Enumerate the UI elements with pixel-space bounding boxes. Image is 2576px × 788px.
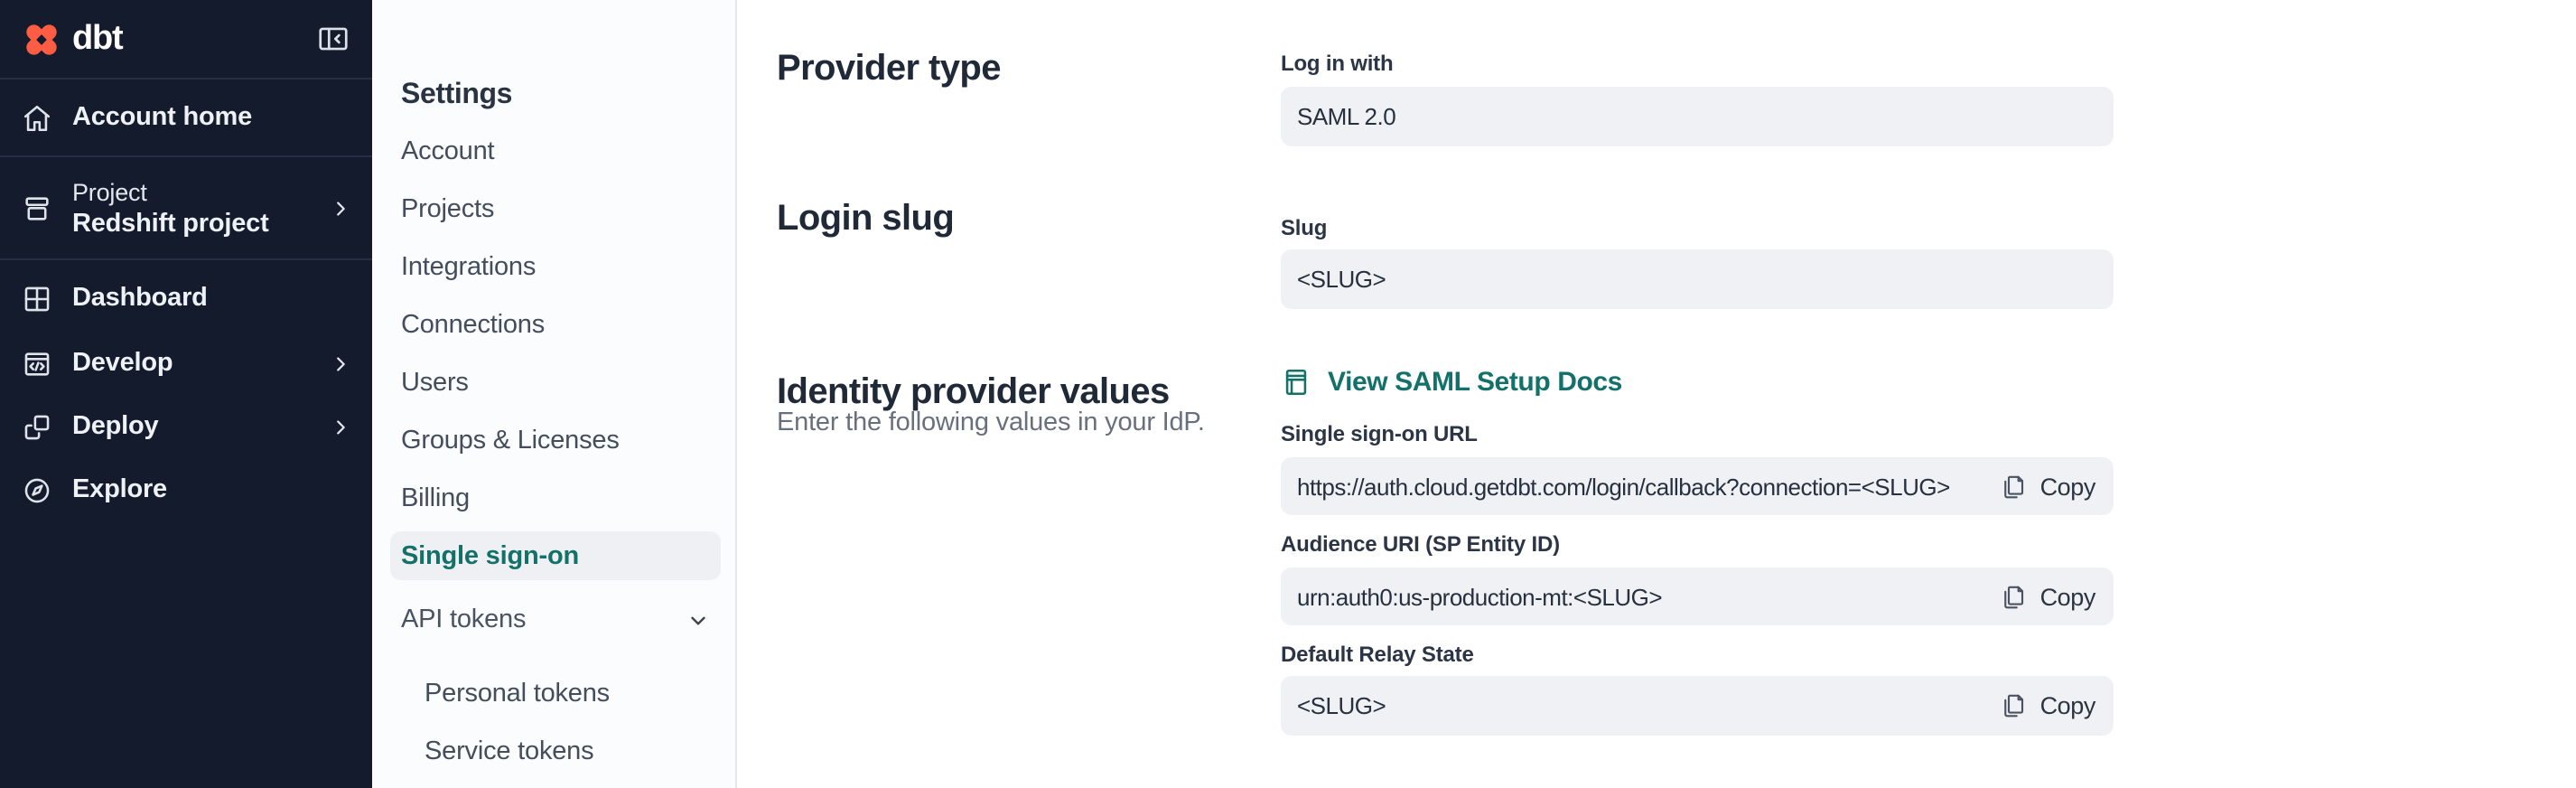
- slug-value: <SLUG>: [1297, 266, 1386, 293]
- chevron-right-icon: [331, 199, 350, 219]
- logo-row: dbt: [0, 0, 372, 80]
- active-item-label: Single sign-on: [401, 541, 579, 570]
- settings-item-personal-tokens[interactable]: Personal tokens: [425, 678, 610, 710]
- collapse-sidebar-icon[interactable]: [316, 22, 350, 56]
- sidebar-item-account-home[interactable]: Account home: [0, 80, 372, 157]
- default-relay-state-label: Default Relay State: [1281, 642, 1474, 667]
- app-window: dbt Account home: [0, 0, 2576, 788]
- sidebar-item-label: Dashboard: [72, 284, 208, 313]
- idp-values-description: Enter the following values in your IdP.: [777, 408, 1205, 437]
- chevron-right-icon: [331, 353, 350, 373]
- dbt-logo-icon: [22, 19, 61, 59]
- docs-icon: [1281, 367, 1311, 398]
- sidebar-item-develop[interactable]: Develop: [0, 331, 372, 396]
- home-icon: [22, 102, 52, 133]
- code-window-icon: [22, 348, 52, 379]
- main-content: Provider type Log in with SAML 2.0 Login…: [739, 0, 2576, 788]
- brand-name: dbt: [72, 19, 123, 59]
- view-saml-setup-docs-link[interactable]: View SAML Setup Docs: [1281, 367, 1622, 398]
- settings-title: Settings: [401, 80, 512, 112]
- copy-sso-url-button[interactable]: Copy: [1986, 473, 2095, 500]
- settings-item-service-tokens[interactable]: Service tokens: [425, 736, 593, 768]
- login-with-value: SAML 2.0: [1297, 103, 1395, 130]
- compass-icon: [22, 474, 52, 505]
- login-with-label: Log in with: [1281, 51, 1393, 76]
- settings-item-account[interactable]: Account: [401, 136, 494, 168]
- login-slug-heading: Login slug: [777, 199, 954, 240]
- settings-item-billing[interactable]: Billing: [401, 483, 470, 515]
- sidebar-item-label: Account home: [72, 103, 252, 132]
- default-relay-state-field: <SLUG> Copy: [1281, 676, 2114, 736]
- chevron-down-icon: [686, 608, 710, 632]
- sso-url-field: https://auth.cloud.getdbt.com/login/call…: [1281, 457, 2114, 515]
- slug-label: Slug: [1281, 215, 1327, 240]
- provider-type-heading: Provider type: [777, 49, 1001, 90]
- chevron-right-icon: [331, 417, 350, 436]
- audience-uri-label: Audience URI (SP Entity ID): [1281, 531, 1560, 557]
- settings-item-api-tokens[interactable]: API tokens: [401, 598, 710, 642]
- settings-item-integrations[interactable]: Integrations: [401, 251, 536, 284]
- sidebar-project-kicker: Project: [72, 179, 269, 206]
- copy-label: Copy: [2040, 473, 2095, 500]
- slug-field[interactable]: <SLUG>: [1281, 249, 2114, 309]
- settings-item-single-sign-on[interactable]: Single sign-on: [390, 531, 721, 580]
- sidebar-item-label: Deploy: [72, 412, 159, 441]
- primary-sidebar: dbt Account home: [0, 0, 372, 788]
- sidebar-item-deploy[interactable]: Deploy: [0, 394, 372, 459]
- sso-url-label: Single sign-on URL: [1281, 421, 1478, 446]
- copy-label: Copy: [2040, 583, 2095, 610]
- audience-uri-field: urn:auth0:us-production-mt:<SLUG> Copy: [1281, 568, 2114, 625]
- sidebar-item-label: Develop: [72, 349, 173, 378]
- sidebar-project-text: Project Redshift project: [72, 179, 269, 239]
- sidebar-item-project[interactable]: Project Redshift project: [0, 159, 372, 260]
- login-with-field[interactable]: SAML 2.0: [1281, 87, 2114, 146]
- sidebar-item-explore[interactable]: Explore: [0, 457, 372, 522]
- sso-url-value: https://auth.cloud.getdbt.com/login/call…: [1297, 473, 1950, 500]
- project-box-icon: [22, 193, 52, 224]
- copy-relay-state-button[interactable]: Copy: [1986, 692, 2095, 719]
- audience-uri-value: urn:auth0:us-production-mt:<SLUG>: [1297, 583, 1662, 610]
- api-tokens-label: API tokens: [401, 605, 526, 634]
- default-relay-state-value: <SLUG>: [1297, 692, 1386, 719]
- settings-nav-panel: Settings Account Projects Integrations C…: [372, 0, 737, 788]
- settings-item-connections[interactable]: Connections: [401, 309, 545, 342]
- copy-audience-uri-button[interactable]: Copy: [1986, 583, 2095, 610]
- settings-item-users[interactable]: Users: [401, 367, 469, 399]
- deploy-squares-icon: [22, 411, 52, 442]
- sidebar-item-label: Explore: [72, 475, 167, 504]
- docs-link-label: View SAML Setup Docs: [1328, 367, 1622, 398]
- copy-label: Copy: [2040, 692, 2095, 719]
- settings-item-projects[interactable]: Projects: [401, 193, 494, 226]
- dashboard-grid-icon: [22, 283, 52, 314]
- settings-item-groups-licenses[interactable]: Groups & Licenses: [401, 425, 620, 457]
- sidebar-item-dashboard[interactable]: Dashboard: [0, 266, 372, 331]
- sidebar-project-name: Redshift project: [72, 210, 269, 239]
